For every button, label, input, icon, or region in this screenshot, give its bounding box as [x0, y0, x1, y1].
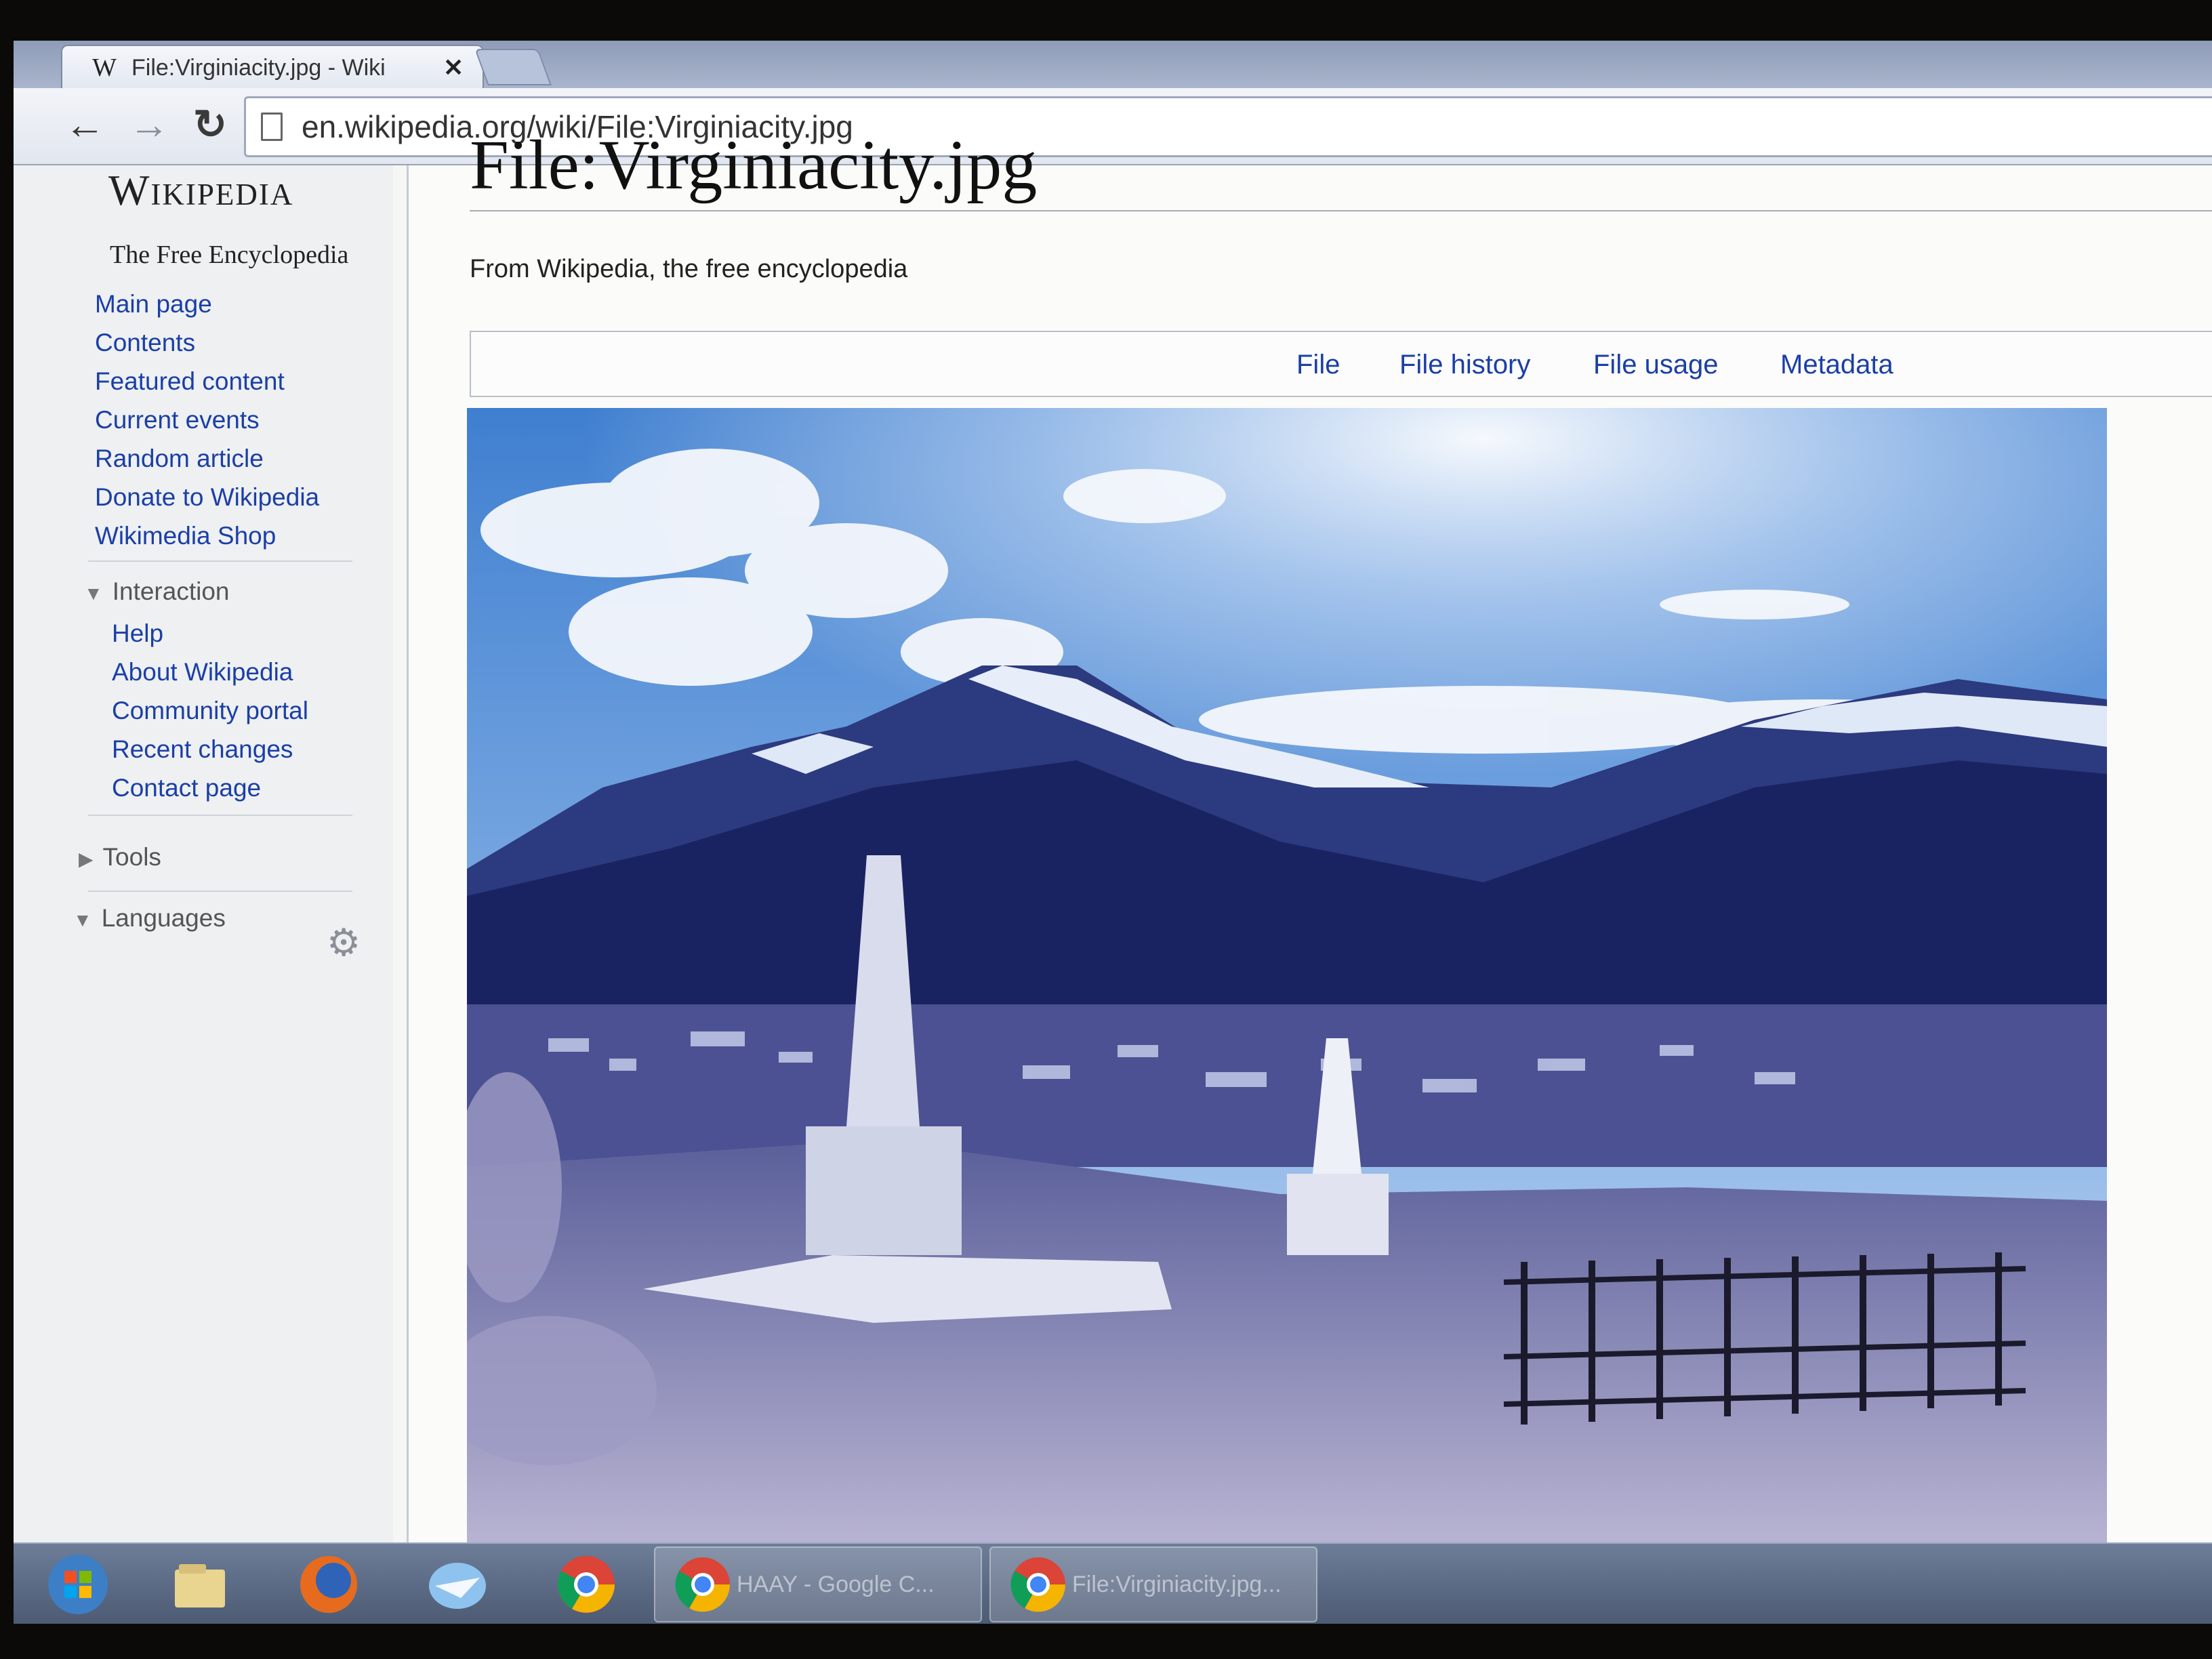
wikipedia-logo-tagline: The Free Encyclopedia	[110, 241, 349, 269]
tools-heading[interactable]: ▶ Tools	[79, 843, 161, 872]
sidebar-item-help[interactable]: Help	[112, 614, 308, 653]
collapsed-triangle-icon: ▶	[79, 848, 94, 869]
chrome-icon[interactable]	[549, 1551, 623, 1618]
windows-taskbar: HAAY - Google C... File:Virginiacity.jpg…	[14, 1542, 2212, 1624]
interaction-heading-label: Interaction	[112, 577, 230, 605]
firefox-icon[interactable]	[291, 1551, 366, 1618]
sidebar-item-donate[interactable]: Donate to Wikipedia	[95, 478, 319, 516]
gear-icon[interactable]: ⚙	[327, 920, 361, 965]
new-tab-button[interactable]	[474, 49, 552, 85]
taskbar-window-button[interactable]: File:Virginiacity.jpg...	[989, 1547, 1317, 1622]
main-content: File:Virginiacity.jpg From Wikipedia, th…	[407, 126, 2212, 1542]
interaction-heading[interactable]: ▼ Interaction	[84, 577, 230, 606]
languages-heading[interactable]: ▼ Languages	[73, 904, 226, 933]
virginia-city-photo[interactable]	[467, 408, 2107, 1542]
sidebar-item-main-page[interactable]: Main page	[95, 285, 319, 323]
browser-toolbar: ← → ↻ en.wikipedia.org/wiki/File:Virgini…	[14, 88, 2212, 165]
sidebar-divider	[88, 815, 352, 816]
sidebar-item-wikimedia-shop[interactable]: Wikimedia Shop	[95, 516, 319, 555]
sidebar-navigation: Main page Contents Featured content Curr…	[95, 285, 319, 555]
sidebar-divider	[88, 560, 352, 562]
tools-heading-label: Tools	[102, 843, 161, 871]
sidebar-item-featured-content[interactable]: Featured content	[95, 362, 319, 401]
languages-heading-label: Languages	[101, 904, 226, 932]
expanded-triangle-icon: ▼	[84, 583, 103, 604]
sidebar: Wikipedia The Free Encyclopedia Main pag…	[14, 165, 393, 1542]
tab-file-usage[interactable]: File usage	[1593, 350, 1719, 380]
file-page-tabs: File File history File usage Metadata	[470, 331, 2212, 397]
close-tab-icon[interactable]: ✕	[443, 54, 464, 82]
expanded-triangle-icon: ▼	[73, 909, 92, 930]
web-page: Wikipedia The Free Encyclopedia Main pag…	[14, 126, 2212, 1542]
back-arrow-icon[interactable]: ←	[61, 99, 108, 150]
tab-metadata[interactable]: Metadata	[1780, 350, 1893, 380]
browser-tab[interactable]: W File:Virginiacity.jpg - Wiki ✕	[61, 45, 484, 89]
reload-icon[interactable]: ↻	[186, 99, 234, 150]
file-explorer-icon[interactable]	[163, 1551, 237, 1618]
sidebar-item-recent-changes[interactable]: Recent changes	[112, 730, 308, 769]
taskbar-window-label: File:Virginiacity.jpg...	[1072, 1571, 1282, 1597]
sidebar-item-community-portal[interactable]: Community portal	[112, 691, 308, 730]
tab-strip: W File:Virginiacity.jpg - Wiki ✕	[14, 41, 2212, 89]
site-tagline: From Wikipedia, the free encyclopedia	[470, 255, 908, 283]
sidebar-item-about-wikipedia[interactable]: About Wikipedia	[112, 653, 308, 691]
tab-title: File:Virginiacity.jpg - Wiki	[131, 54, 386, 81]
monitor-screen: W File:Virginiacity.jpg - Wiki ✕ ← → ↻ e…	[14, 41, 2212, 1624]
sidebar-item-contact-page[interactable]: Contact page	[112, 769, 308, 807]
page-icon	[261, 112, 283, 141]
page-title: File:Virginiacity.jpg	[470, 126, 1038, 204]
sidebar-item-random-article[interactable]: Random article	[95, 439, 319, 478]
wikipedia-favicon-icon: W	[92, 54, 117, 82]
wikipedia-logo-wordmark[interactable]: Wikipedia	[108, 165, 293, 216]
title-divider	[470, 210, 2212, 211]
windows-start-icon[interactable]	[41, 1551, 115, 1618]
sidebar-item-current-events[interactable]: Current events	[95, 401, 319, 439]
chrome-icon	[675, 1557, 731, 1612]
taskbar-window-button[interactable]: HAAY - Google C...	[654, 1547, 982, 1622]
interaction-list: Help About Wikipedia Community portal Re…	[112, 614, 308, 807]
sidebar-divider	[88, 890, 352, 892]
chrome-icon	[1010, 1557, 1066, 1612]
sidebar-item-contents[interactable]: Contents	[95, 323, 319, 362]
forward-arrow-icon[interactable]: →	[125, 99, 173, 150]
taskbar-window-label: HAAY - Google C...	[737, 1571, 935, 1597]
mail-icon[interactable]	[420, 1551, 495, 1618]
tab-file[interactable]: File	[1296, 350, 1340, 380]
tab-file-history[interactable]: File history	[1399, 350, 1530, 380]
